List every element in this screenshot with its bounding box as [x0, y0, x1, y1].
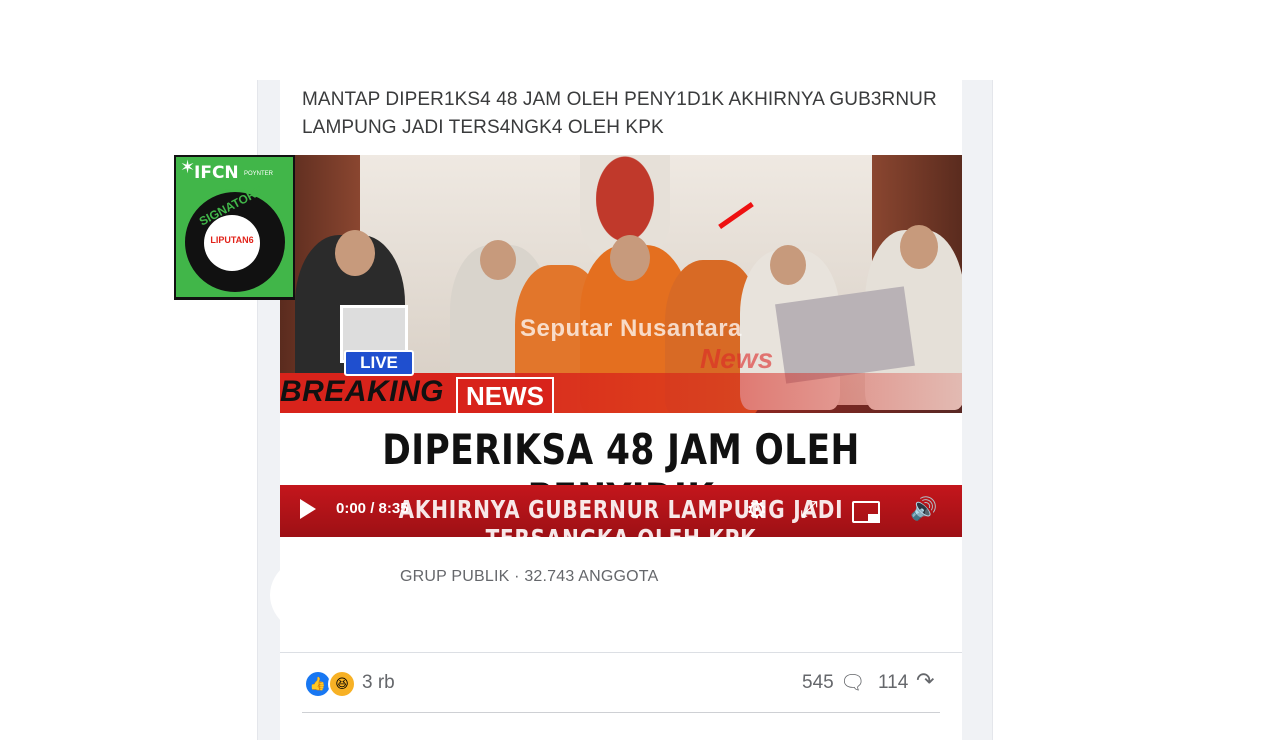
group-info[interactable]: GRUP PUBLIK · 32.743 ANGGOTA [270, 538, 962, 650]
person-head [900, 225, 938, 269]
play-icon[interactable] [300, 499, 316, 519]
live-badge: LIVE [344, 350, 414, 376]
breaking-label: BREAKING [280, 375, 445, 408]
reaction-count[interactable]: 3 rb [362, 672, 395, 694]
badge-subtitle: POYNTER [244, 171, 274, 177]
expand-icon[interactable]: ⤢ [800, 496, 818, 522]
reaction-bar: 👍 😆 3 rb 545 🗨 114 ↷ [280, 654, 962, 712]
ifcn-signatory-badge: ✶ IFCN POYNTER SIGNATORY LIPUTAN6 [174, 155, 295, 300]
person-head [480, 240, 516, 280]
share-icon[interactable]: ↷ [916, 668, 934, 694]
group-name-redacted[interactable] [350, 596, 650, 628]
post-card: MANTAP DIPER1KS4 48 JAM OLEH PENY1D1K AK… [257, 80, 993, 740]
post-inner: MANTAP DIPER1KS4 48 JAM OLEH PENY1D1K AK… [270, 80, 962, 740]
badge-title: IFCN [194, 163, 239, 183]
news-badge: NEWS [456, 377, 554, 415]
video-watermark-news: News [700, 343, 774, 374]
liputan6-logo: LIPUTAN6 [210, 235, 254, 245]
comment-count[interactable]: 545 [802, 672, 834, 694]
gear-icon[interactable]: ⚙ [746, 496, 768, 525]
post-title: MANTAP DIPER1KS4 48 JAM OLEH PENY1D1K AK… [302, 89, 937, 138]
comment-icon[interactable]: 🗨 [840, 670, 865, 695]
person-head [770, 245, 806, 285]
volume-icon[interactable]: 🔊 [910, 496, 937, 522]
haha-icon[interactable]: 😆 [328, 670, 356, 698]
star-icon: ✶ [180, 157, 196, 177]
person-head [335, 230, 375, 276]
video-time: 0:00 / 8:35 [336, 500, 409, 517]
share-count[interactable]: 114 [878, 672, 908, 694]
bottom-divider [302, 712, 940, 713]
divider [280, 652, 962, 653]
video-controls: 0:00 / 8:35 ⚙ ⤢ 🔊 [280, 491, 962, 527]
group-meta: GRUP PUBLIK · 32.743 ANGGOTA [400, 568, 659, 585]
person-head [610, 235, 650, 281]
pip-icon[interactable] [852, 501, 880, 523]
video-player[interactable]: Seputar Nusantara News BREAKING NEWS LIV… [280, 155, 962, 537]
video-watermark: Seputar Nusantara [520, 315, 742, 342]
